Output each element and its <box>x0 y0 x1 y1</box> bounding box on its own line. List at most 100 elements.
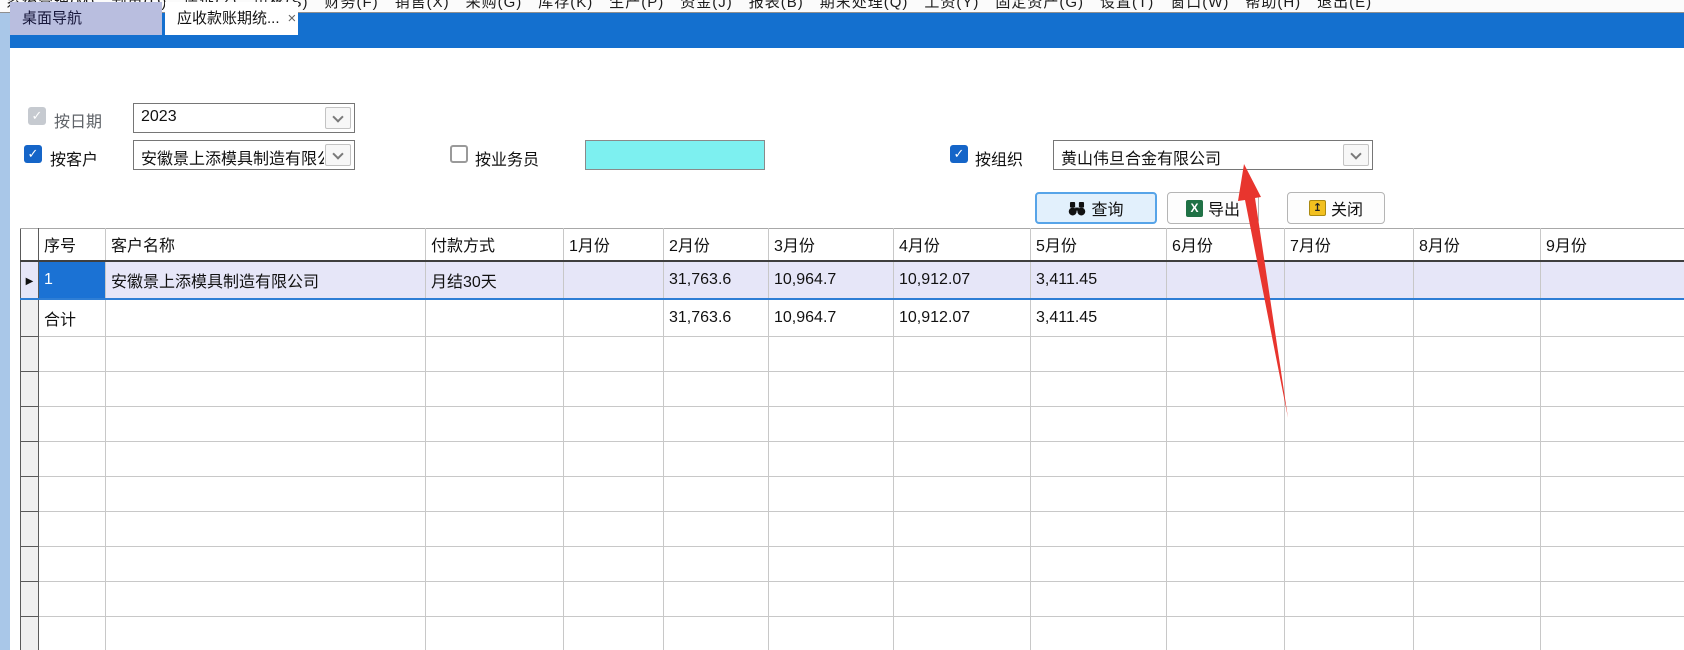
cell-empty[interactable] <box>894 477 1031 512</box>
col-header-seq[interactable]: 序号 <box>39 229 106 261</box>
col-header-payment[interactable]: 付款方式 <box>426 229 564 261</box>
cell-empty[interactable] <box>1031 442 1167 477</box>
cell-empty[interactable] <box>426 372 564 407</box>
cell-empty[interactable] <box>1285 442 1414 477</box>
cell-empty[interactable] <box>564 512 664 547</box>
cell-empty[interactable] <box>894 582 1031 617</box>
col-header-m9[interactable]: 9月份 <box>1541 229 1684 261</box>
cell-empty[interactable] <box>1031 372 1167 407</box>
cell-empty[interactable] <box>39 617 106 650</box>
cell-empty[interactable] <box>894 372 1031 407</box>
cell-empty[interactable] <box>769 617 894 650</box>
cell-seq[interactable]: 1 <box>39 261 106 299</box>
cell-empty[interactable] <box>1167 617 1285 650</box>
col-header-m3[interactable]: 3月份 <box>769 229 894 261</box>
cell-empty[interactable] <box>39 477 106 512</box>
cell-empty[interactable] <box>1031 477 1167 512</box>
tab-close-icon[interactable]: × <box>288 2 297 35</box>
cell-m8[interactable] <box>1414 261 1541 299</box>
year-select-drop-button[interactable] <box>325 107 351 129</box>
cell-empty[interactable] <box>1541 512 1684 547</box>
year-select[interactable]: 2023 <box>133 103 355 133</box>
cell-empty[interactable] <box>106 442 426 477</box>
cell-empty[interactable] <box>106 407 426 442</box>
cell-empty[interactable] <box>106 477 426 512</box>
table-row-empty[interactable] <box>21 547 1684 582</box>
cell-empty[interactable] <box>894 617 1031 650</box>
cell-empty[interactable] <box>1414 617 1541 650</box>
cell-empty[interactable] <box>769 372 894 407</box>
cell-empty[interactable] <box>1031 582 1167 617</box>
cell-empty[interactable] <box>106 617 426 650</box>
tab-ar-aging-stats[interactable]: 应收款账期统... × <box>165 2 298 35</box>
col-header-m1[interactable]: 1月份 <box>564 229 664 261</box>
cell-empty[interactable] <box>564 337 664 372</box>
customer-select[interactable]: 安徽景上添模具制造有限公司 <box>133 140 355 170</box>
cell-empty[interactable] <box>664 337 769 372</box>
col-header-m6[interactable]: 6月份 <box>1167 229 1285 261</box>
close-button[interactable]: ↥ 关闭 <box>1287 192 1385 224</box>
cell-empty[interactable] <box>894 547 1031 582</box>
cell-empty[interactable] <box>39 582 106 617</box>
cell-empty[interactable] <box>1167 477 1285 512</box>
cell-empty[interactable] <box>1541 547 1684 582</box>
by-date-checkbox[interactable]: ✓ <box>28 107 46 125</box>
cell-customer[interactable] <box>106 299 426 337</box>
cell-empty[interactable] <box>1414 337 1541 372</box>
cell-empty[interactable] <box>664 582 769 617</box>
cell-m5[interactable]: 3,411.45 <box>1031 261 1167 299</box>
table-row-empty[interactable] <box>21 582 1684 617</box>
cell-empty[interactable] <box>1414 477 1541 512</box>
cell-m4[interactable]: 10,912.07 <box>894 261 1031 299</box>
export-button[interactable]: X 导出 <box>1167 192 1259 224</box>
customer-select-drop-button[interactable] <box>325 144 351 166</box>
cell-customer[interactable]: 安徽景上添模具制造有限公司 <box>106 261 426 299</box>
cell-m9[interactable] <box>1541 299 1684 337</box>
cell-empty[interactable] <box>1541 442 1684 477</box>
cell-empty[interactable] <box>769 442 894 477</box>
cell-m2[interactable]: 31,763.6 <box>664 299 769 337</box>
org-select[interactable]: 黄山伟旦合金有限公司 <box>1053 140 1373 170</box>
cell-empty[interactable] <box>564 582 664 617</box>
cell-empty[interactable] <box>564 407 664 442</box>
cell-empty[interactable] <box>1167 337 1285 372</box>
cell-empty[interactable] <box>1541 407 1684 442</box>
cell-m4[interactable]: 10,912.07 <box>894 299 1031 337</box>
cell-empty[interactable] <box>894 337 1031 372</box>
cell-empty[interactable] <box>426 337 564 372</box>
cell-empty[interactable] <box>1414 442 1541 477</box>
table-row-empty[interactable] <box>21 442 1684 477</box>
cell-empty[interactable] <box>426 582 564 617</box>
table-row-empty[interactable] <box>21 477 1684 512</box>
cell-empty[interactable] <box>894 512 1031 547</box>
cell-empty[interactable] <box>39 372 106 407</box>
cell-empty[interactable] <box>664 617 769 650</box>
cell-m2[interactable]: 31,763.6 <box>664 261 769 299</box>
table-row-empty[interactable] <box>21 372 1684 407</box>
cell-empty[interactable] <box>1414 547 1541 582</box>
cell-empty[interactable] <box>1541 477 1684 512</box>
tab-desktop-nav[interactable]: 桌面导航 <box>10 2 162 35</box>
cell-empty[interactable] <box>426 477 564 512</box>
cell-empty[interactable] <box>769 512 894 547</box>
cell-empty[interactable] <box>1285 547 1414 582</box>
cell-seq[interactable]: 合计 <box>39 299 106 337</box>
cell-empty[interactable] <box>106 547 426 582</box>
cell-empty[interactable] <box>1414 582 1541 617</box>
table-row-empty[interactable] <box>21 337 1684 372</box>
cell-empty[interactable] <box>1414 512 1541 547</box>
cell-empty[interactable] <box>664 407 769 442</box>
cell-empty[interactable] <box>39 337 106 372</box>
cell-payment[interactable]: 月结30天 <box>426 261 564 299</box>
cell-empty[interactable] <box>664 547 769 582</box>
cell-m1[interactable] <box>564 261 664 299</box>
cell-empty[interactable] <box>1285 337 1414 372</box>
cell-empty[interactable] <box>1285 617 1414 650</box>
table-row-total[interactable]: 合计 31,763.6 10,964.7 10,912.07 3,411.45 <box>21 299 1684 337</box>
cell-m5[interactable]: 3,411.45 <box>1031 299 1167 337</box>
cell-empty[interactable] <box>769 547 894 582</box>
cell-empty[interactable] <box>564 477 664 512</box>
cell-empty[interactable] <box>106 582 426 617</box>
cell-empty[interactable] <box>1541 372 1684 407</box>
cell-empty[interactable] <box>1167 442 1285 477</box>
